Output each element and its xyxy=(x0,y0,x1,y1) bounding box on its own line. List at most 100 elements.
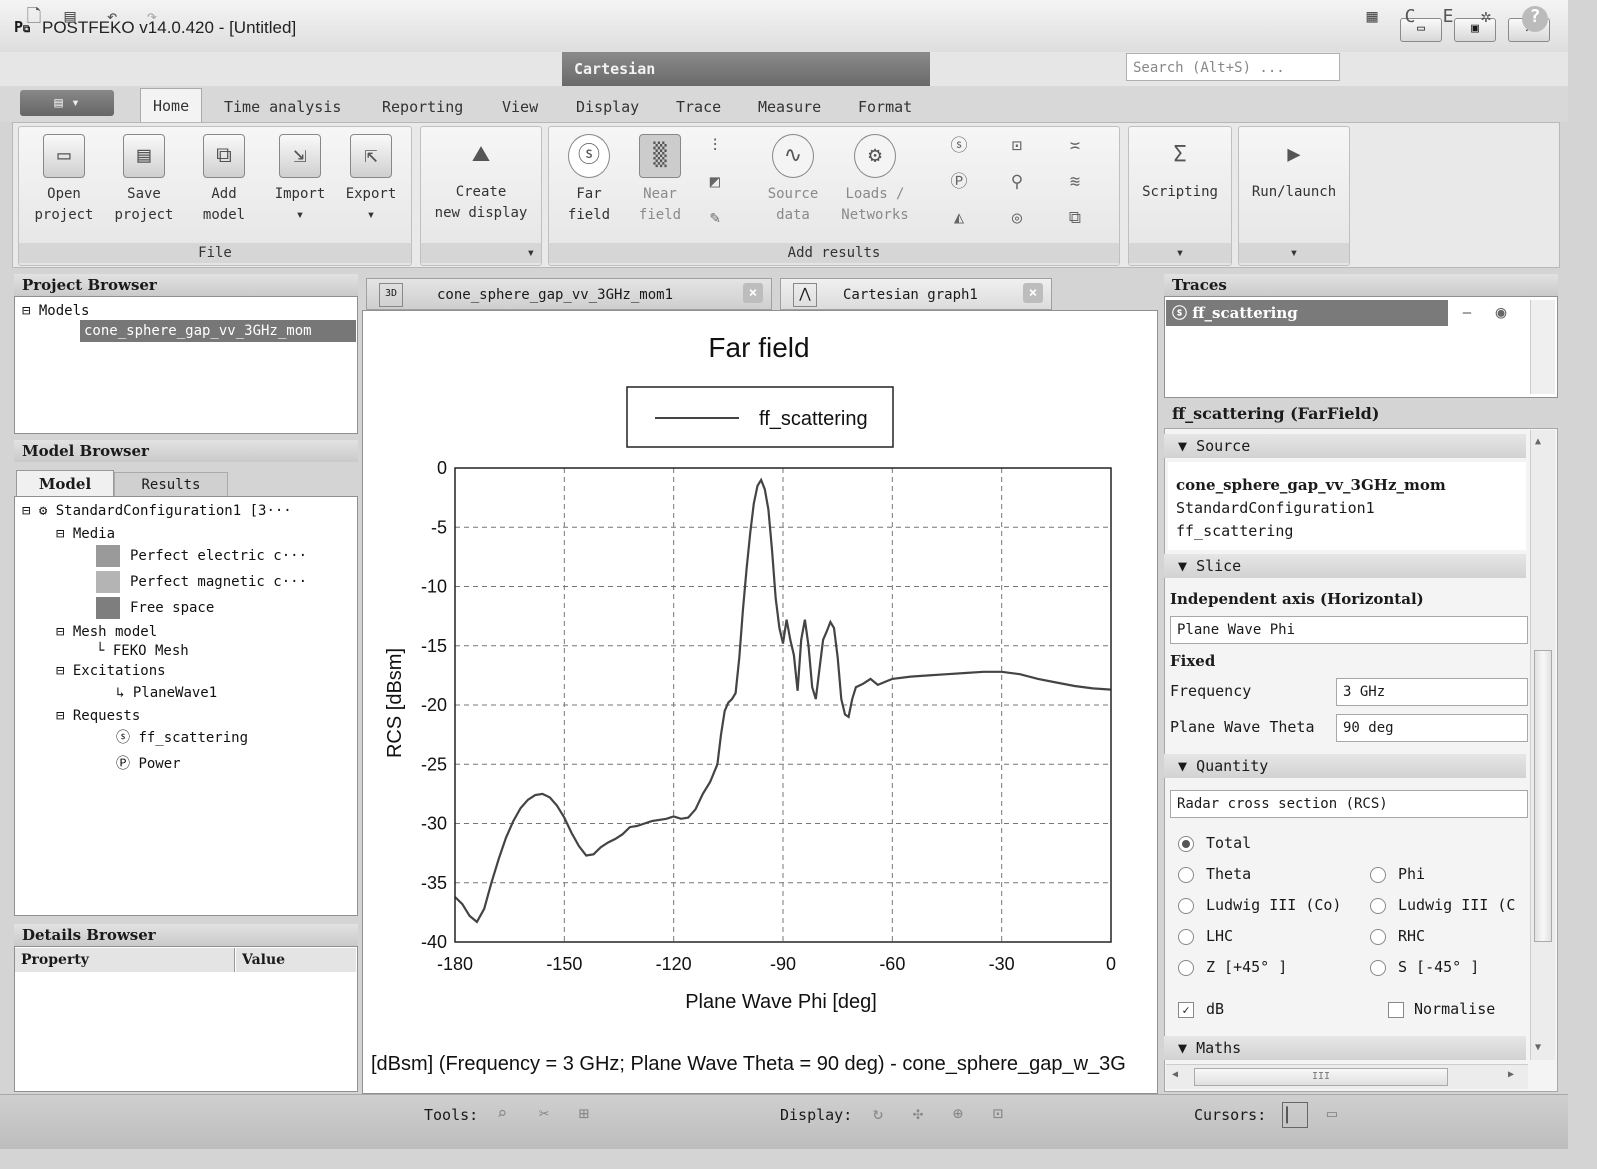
cursor-marker-icon[interactable]: ⎸ xyxy=(1282,1102,1308,1128)
media-item-pec[interactable]: Perfect electric c··· xyxy=(96,545,307,567)
tab-trace[interactable]: Trace xyxy=(676,94,721,120)
charges-icon[interactable]: ◩ xyxy=(702,170,728,194)
network-icon[interactable]: ≋ xyxy=(1062,170,1088,194)
quantity-select[interactable]: Radar cross section (RCS) xyxy=(1170,790,1528,818)
probe-icon[interactable]: ◎ xyxy=(1004,206,1030,230)
antenna-icon[interactable]: ⚲ xyxy=(1004,170,1030,194)
far-field-button[interactable]: ⓢ Far field xyxy=(556,134,622,226)
run-launch-button[interactable]: ▶ Run/launch xyxy=(1240,134,1348,203)
import-button[interactable]: ⇲ Import ▾ xyxy=(264,134,336,226)
traces-scrollbar[interactable] xyxy=(1530,300,1555,394)
source-section-header[interactable]: ▼ Source xyxy=(1164,434,1526,458)
radio-ludwig-cross[interactable] xyxy=(1370,898,1386,914)
undo-icon[interactable]: ↶ xyxy=(100,6,124,28)
tab-home[interactable]: Home xyxy=(140,88,203,123)
tree-item-config[interactable]: ⊟ ⚙ StandardConfiguration1 [3··· xyxy=(22,500,292,522)
display-fit-icon[interactable]: ⊡ xyxy=(986,1102,1010,1126)
mesh-error-icon[interactable]: ✎ xyxy=(702,206,728,230)
tree-item-requests[interactable]: ⊟ Requests xyxy=(56,705,140,727)
cable-icon[interactable]: ≍ xyxy=(1062,134,1088,158)
scripting-dropdown-icon[interactable]: ▾ xyxy=(1129,243,1231,263)
tool-binoculars-icon[interactable]: ⊞ xyxy=(572,1102,596,1126)
tool-zoom-icon[interactable]: ⌕ xyxy=(490,1102,514,1126)
tab-view[interactable]: View xyxy=(502,94,538,120)
add-model-button[interactable]: ⧉ Add model xyxy=(190,134,258,226)
export-button[interactable]: ⇱ Export ▾ xyxy=(336,134,406,226)
trace-line-style-icon[interactable]: — xyxy=(1454,300,1480,326)
tree-item-feko-mesh[interactable]: └ FEKO Mesh xyxy=(96,640,189,662)
receiving-antenna-icon[interactable]: ◭ xyxy=(946,206,972,230)
independent-axis-select[interactable]: Plane Wave Phi xyxy=(1170,616,1528,644)
slice-section-header[interactable]: ▼ Slice xyxy=(1164,554,1526,578)
graph-view[interactable]: Far field ff_scattering -180 -150 -120 -90-… xyxy=(362,310,1158,1094)
quantity-section-header[interactable]: ▼ Quantity xyxy=(1164,754,1526,778)
media-item-free-space[interactable]: Free space xyxy=(96,597,214,619)
theta-field[interactable]: 90 deg xyxy=(1336,714,1528,742)
search-input[interactable]: Search (Alt+S) ... xyxy=(1126,53,1340,81)
close-tab-3d-icon[interactable]: × xyxy=(743,283,763,303)
tree-item-model[interactable]: cone_sphere_gap_vv_3GHz_mom xyxy=(80,320,356,342)
properties-horizontal-scrollbar[interactable]: ◀ III ▶ xyxy=(1166,1064,1528,1089)
display-rotate-icon[interactable]: ↻ xyxy=(866,1102,890,1126)
close-tab-graph-icon[interactable]: × xyxy=(1023,283,1043,303)
scroll-right-icon[interactable]: ▶ xyxy=(1508,1069,1514,1080)
visibility-eye-icon[interactable]: ◉ xyxy=(1486,300,1516,326)
new-file-icon[interactable]: 🗋 xyxy=(22,6,46,28)
tree-item-models[interactable]: ⊟ Models xyxy=(22,300,89,322)
scroll-up-icon[interactable]: ▲ xyxy=(1535,436,1541,447)
radio-phi[interactable] xyxy=(1370,867,1386,883)
redo-icon[interactable]: ↷ xyxy=(140,6,164,28)
column-property[interactable]: Property xyxy=(15,948,235,972)
report-icon[interactable]: ▦ xyxy=(1360,6,1384,28)
tab-format[interactable]: Format xyxy=(858,94,912,120)
transient-icon[interactable]: ⧉ xyxy=(1062,206,1088,230)
settings-icon[interactable]: ✲ xyxy=(1474,6,1498,28)
sar-icon[interactable]: ⓢ xyxy=(946,134,972,158)
help-icon[interactable]: ? xyxy=(1522,6,1548,32)
tab-3d-view[interactable]: 3D cone_sphere_gap_vv_3GHz_mom1 × xyxy=(366,278,772,310)
s-parameters-icon[interactable]: ⊡ xyxy=(1004,134,1030,158)
scroll-down-icon[interactable]: ▼ xyxy=(1535,1042,1541,1053)
source-data-button[interactable]: ∿ Source data xyxy=(758,134,828,226)
display-zoom-icon[interactable]: ⊕ xyxy=(946,1102,970,1126)
tree-item-excitations[interactable]: ⊟ Excitations xyxy=(56,660,166,682)
tab-reporting[interactable]: Reporting xyxy=(382,94,463,120)
display-group-dropdown-icon[interactable]: ▾ xyxy=(421,243,541,263)
cadfeko-icon[interactable]: C xyxy=(1398,6,1422,28)
open-project-button[interactable]: ▭ Open project xyxy=(26,134,102,226)
radio-theta[interactable] xyxy=(1178,867,1194,883)
scripting-button[interactable]: Σ Scripting xyxy=(1132,134,1228,203)
media-item-pmc[interactable]: Perfect magnetic c··· xyxy=(96,571,307,593)
scrollbar-thumb[interactable] xyxy=(1534,650,1552,942)
db-checkbox[interactable]: ✓ xyxy=(1178,1002,1194,1018)
frequency-field[interactable]: 3 GHz xyxy=(1336,678,1528,706)
tab-time-analysis[interactable]: Time analysis xyxy=(224,94,341,120)
tree-item-power[interactable]: Ⓟ Power xyxy=(116,753,181,775)
tab-measure[interactable]: Measure xyxy=(758,94,821,120)
radio-ludwig-co[interactable] xyxy=(1178,898,1194,914)
tool-select-icon[interactable]: ✂ xyxy=(532,1102,556,1126)
tab-model[interactable]: Model xyxy=(16,470,114,497)
tab-results[interactable]: Results xyxy=(114,472,228,498)
hscroll-thumb[interactable]: III xyxy=(1194,1068,1448,1086)
application-menu-button[interactable]: ▤ ▾ xyxy=(20,90,114,116)
loads-networks-button[interactable]: ⚙ Loads / Networks xyxy=(832,134,918,226)
radio-z[interactable] xyxy=(1178,960,1194,976)
tree-item-ff-scattering[interactable]: ⓢ ff_scattering xyxy=(116,727,248,749)
run-dropdown-icon[interactable]: ▾ xyxy=(1239,243,1349,263)
power-icon[interactable]: Ⓟ xyxy=(946,170,972,194)
trace-item-ff-scattering[interactable]: ⓢ ff_scattering xyxy=(1166,300,1448,326)
near-field-button[interactable]: ▒ Near field xyxy=(628,134,692,226)
save-icon[interactable]: ▤ xyxy=(58,6,82,28)
currents-icon[interactable]: ⫶ xyxy=(702,134,728,158)
cursor-comment-icon[interactable]: ▭ xyxy=(1320,1102,1344,1126)
radio-rhc[interactable] xyxy=(1370,929,1386,945)
maths-section-header[interactable]: ▼ Maths xyxy=(1164,1036,1526,1060)
radio-s[interactable] xyxy=(1370,960,1386,976)
save-project-button[interactable]: ▤ Save project xyxy=(106,134,182,226)
display-pan-icon[interactable]: ✣ xyxy=(906,1102,930,1126)
tree-item-media[interactable]: ⊟ Media xyxy=(56,523,115,545)
editfeko-icon[interactable]: E xyxy=(1436,6,1460,28)
properties-vertical-scrollbar[interactable]: ▲ ▼ xyxy=(1530,430,1555,1060)
normalise-checkbox[interactable] xyxy=(1388,1002,1404,1018)
